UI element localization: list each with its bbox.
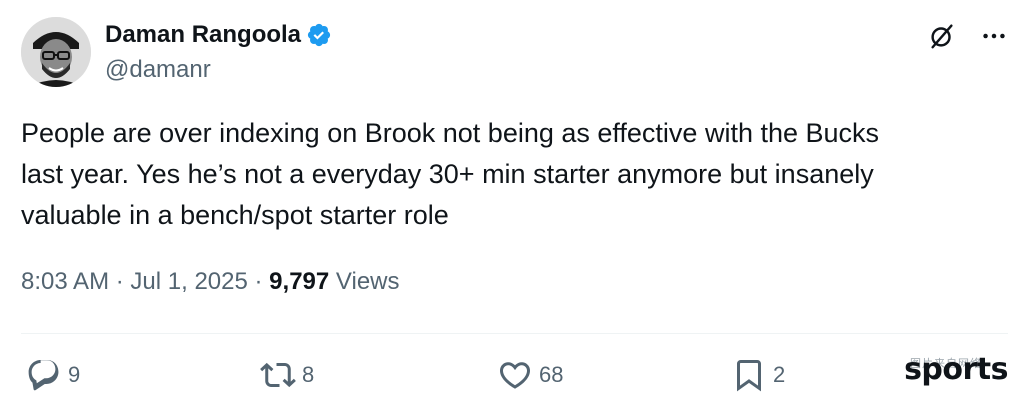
avatar-image <box>21 17 91 87</box>
bookmark-count: 2 <box>773 362 786 387</box>
tweet-meta: 8:03 AM · Jul 1, 2025 · 9,797 Views <box>21 268 400 296</box>
reply-button[interactable]: 9 <box>26 356 80 394</box>
repost-button[interactable]: 8 <box>260 356 314 394</box>
tweet-text-line: People are over indexing on Brook not be… <box>21 118 880 148</box>
author-display-name[interactable]: Daman Rangoola <box>105 21 301 49</box>
bookmark-icon <box>737 360 761 392</box>
meta-separator: · <box>115 268 131 295</box>
views-count: 9,797 <box>269 268 330 295</box>
divider <box>21 333 1008 334</box>
author-name-row[interactable]: Daman Rangoola <box>105 20 332 50</box>
tweet-text: People are over indexing on Brook not be… <box>21 113 1006 236</box>
meta-separator: · <box>254 268 270 295</box>
more-icon[interactable] <box>978 20 1010 52</box>
tweet-time[interactable]: 8:03 AM <box>21 268 109 295</box>
bookmark-button[interactable]: 2 <box>731 356 785 394</box>
avatar[interactable] <box>21 17 91 87</box>
tweet-text-line: valuable in a bench/spot starter role <box>21 200 449 230</box>
tweet-date[interactable]: Jul 1, 2025 <box>130 268 247 295</box>
like-button[interactable]: 68 <box>497 356 563 394</box>
header-actions <box>926 20 1010 52</box>
repost-count: 8 <box>302 362 315 387</box>
heart-icon <box>499 362 531 389</box>
reply-count: 9 <box>68 362 81 387</box>
reply-icon <box>28 360 59 391</box>
author-handle[interactable]: @damanr <box>105 56 211 84</box>
repost-icon <box>260 362 296 388</box>
grok-icon[interactable] <box>926 20 958 52</box>
views-label: Views <box>335 268 400 295</box>
like-count: 68 <box>539 362 564 387</box>
sports-watermark: sports <box>904 352 1008 387</box>
tweet-text-line: last year. Yes he’s not a everyday 30+ m… <box>21 159 874 189</box>
verified-badge-icon <box>306 22 332 48</box>
